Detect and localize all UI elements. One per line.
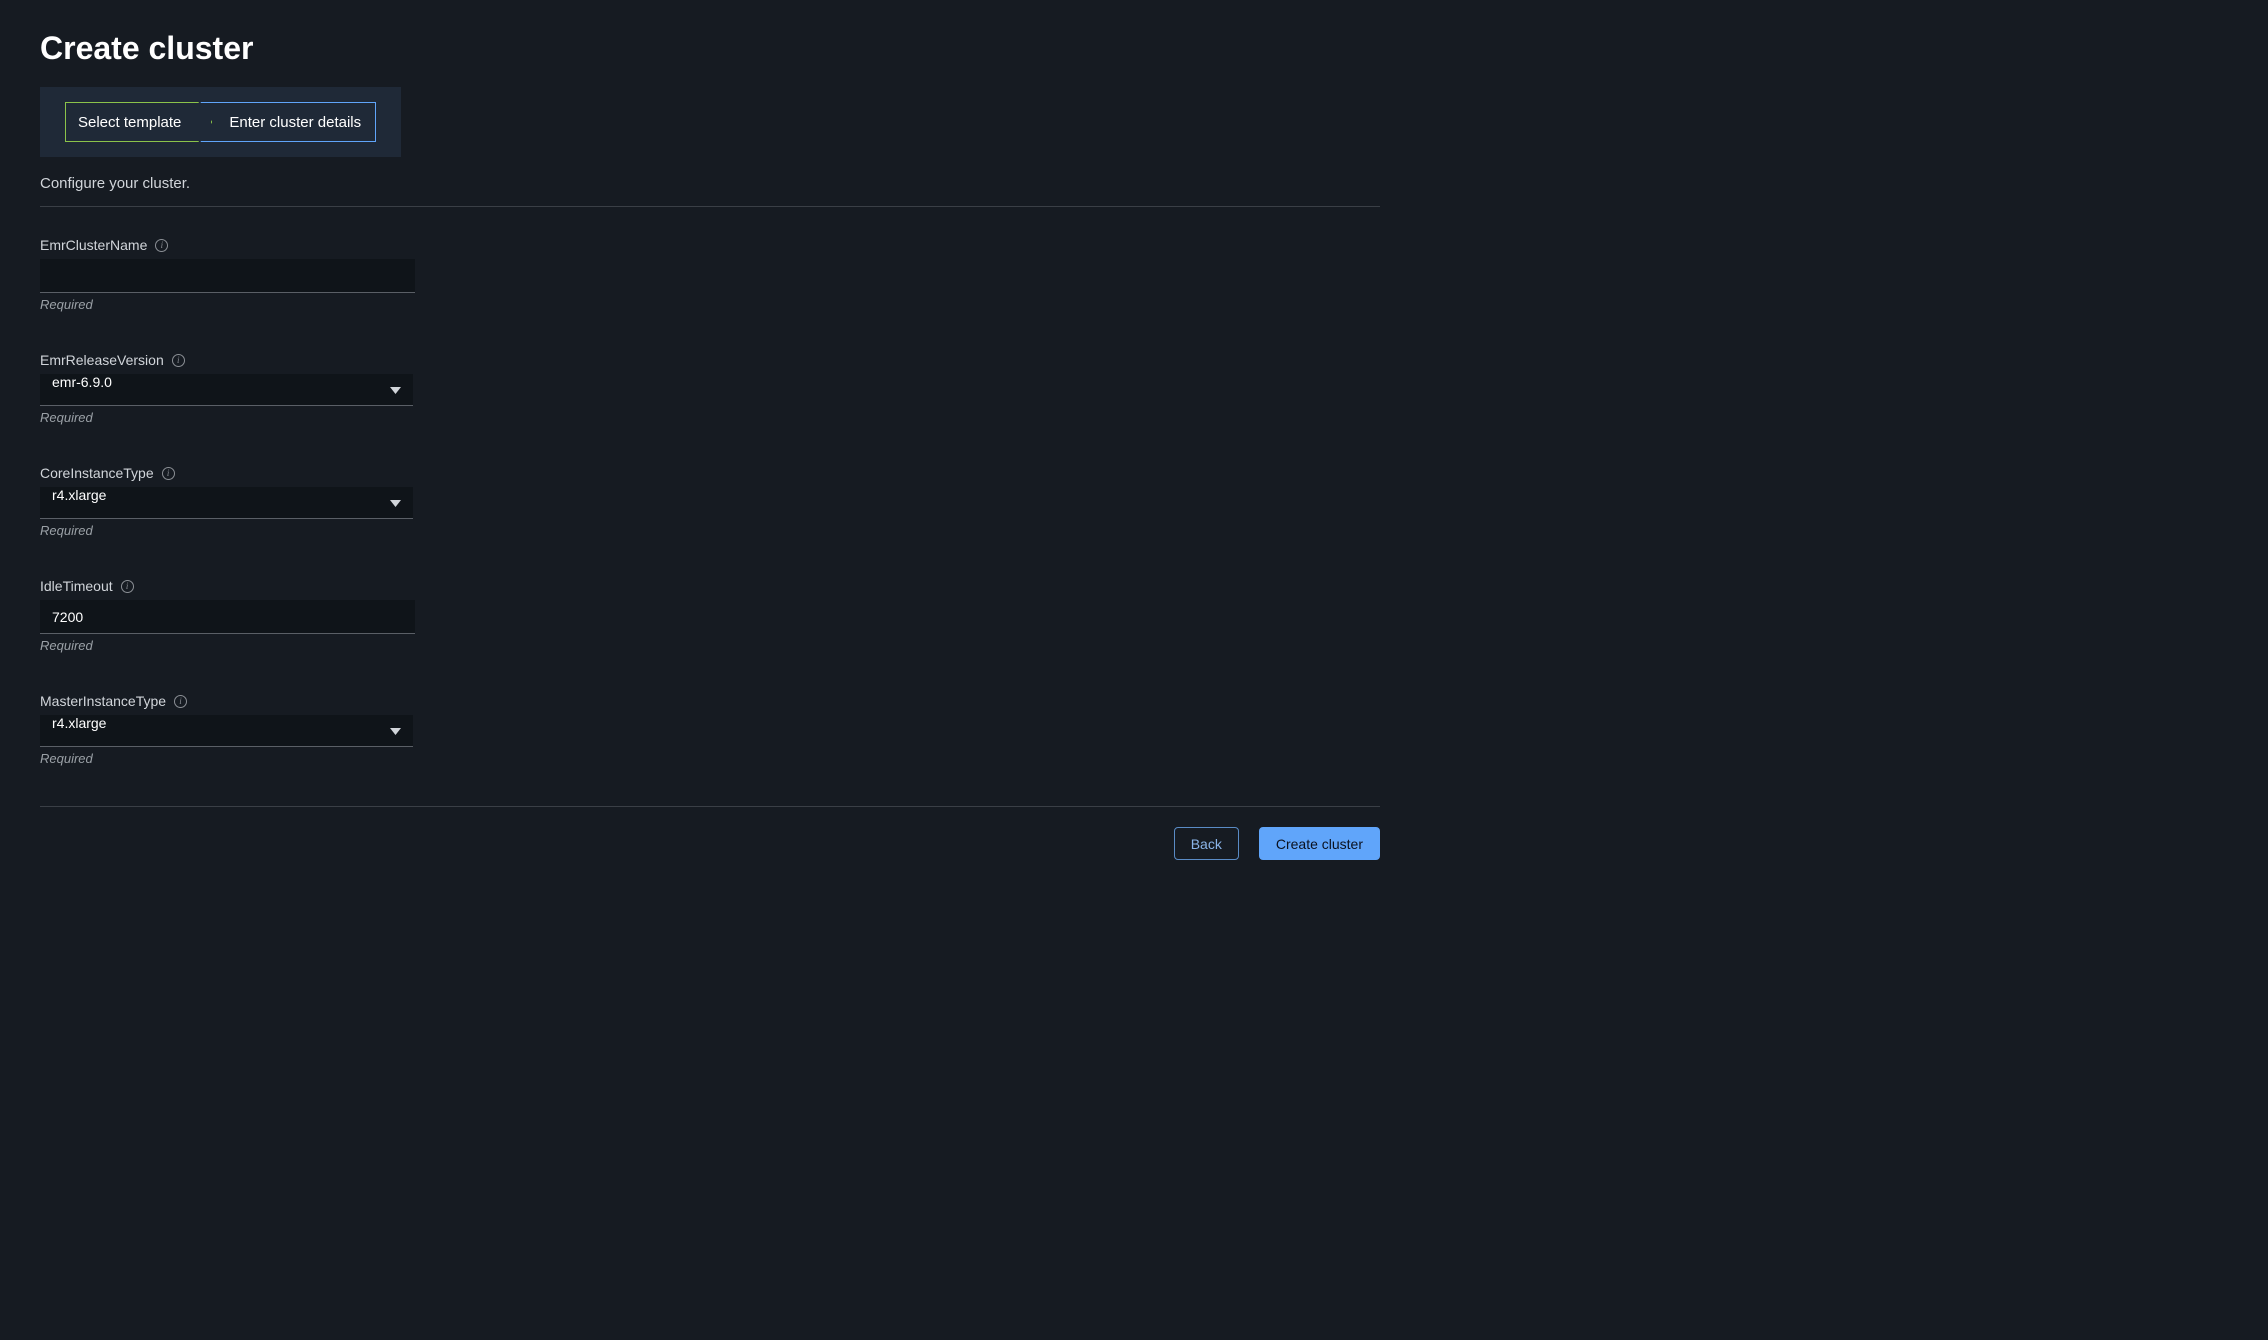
field-emr-cluster-name: EmrClusterName i Required [40,237,1380,312]
field-helper: Required [40,523,1380,538]
info-icon[interactable]: i [155,239,168,252]
field-master-instance-type: MasterInstanceType i r4.xlarge Required [40,693,1380,766]
page-subtitle: Configure your cluster. [40,175,1380,192]
create-cluster-button[interactable]: Create cluster [1259,827,1380,860]
emr-cluster-name-input[interactable] [40,259,415,293]
field-helper: Required [40,297,1380,312]
step-label: Enter cluster details [229,114,361,131]
wizard-stepper: Select template Enter cluster details [40,87,401,157]
emr-release-version-select[interactable]: emr-6.9.0 [40,374,413,406]
footer-actions: Back Create cluster [40,807,1380,860]
field-label: EmrReleaseVersion [40,352,164,368]
info-icon[interactable]: i [172,354,185,367]
field-label: EmrClusterName [40,237,147,253]
idle-timeout-input[interactable] [40,600,415,634]
field-label: MasterInstanceType [40,693,166,709]
step-select-template[interactable]: Select template [65,102,212,142]
field-core-instance-type: CoreInstanceType i r4.xlarge Required [40,465,1380,538]
step-label: Select template [78,114,181,131]
back-button[interactable]: Back [1174,827,1239,860]
master-instance-type-select[interactable]: r4.xlarge [40,715,413,747]
field-label: IdleTimeout [40,578,113,594]
info-icon[interactable]: i [162,467,175,480]
info-icon[interactable]: i [174,695,187,708]
field-label: CoreInstanceType [40,465,154,481]
field-idle-timeout: IdleTimeout i Required [40,578,1380,653]
info-icon[interactable]: i [121,580,134,593]
field-helper: Required [40,638,1380,653]
step-enter-cluster-details[interactable]: Enter cluster details [200,102,376,142]
core-instance-type-select[interactable]: r4.xlarge [40,487,413,519]
field-helper: Required [40,751,1380,766]
field-emr-release-version: EmrReleaseVersion i emr-6.9.0 Required [40,352,1380,425]
page-title: Create cluster [40,30,1380,67]
field-helper: Required [40,410,1380,425]
